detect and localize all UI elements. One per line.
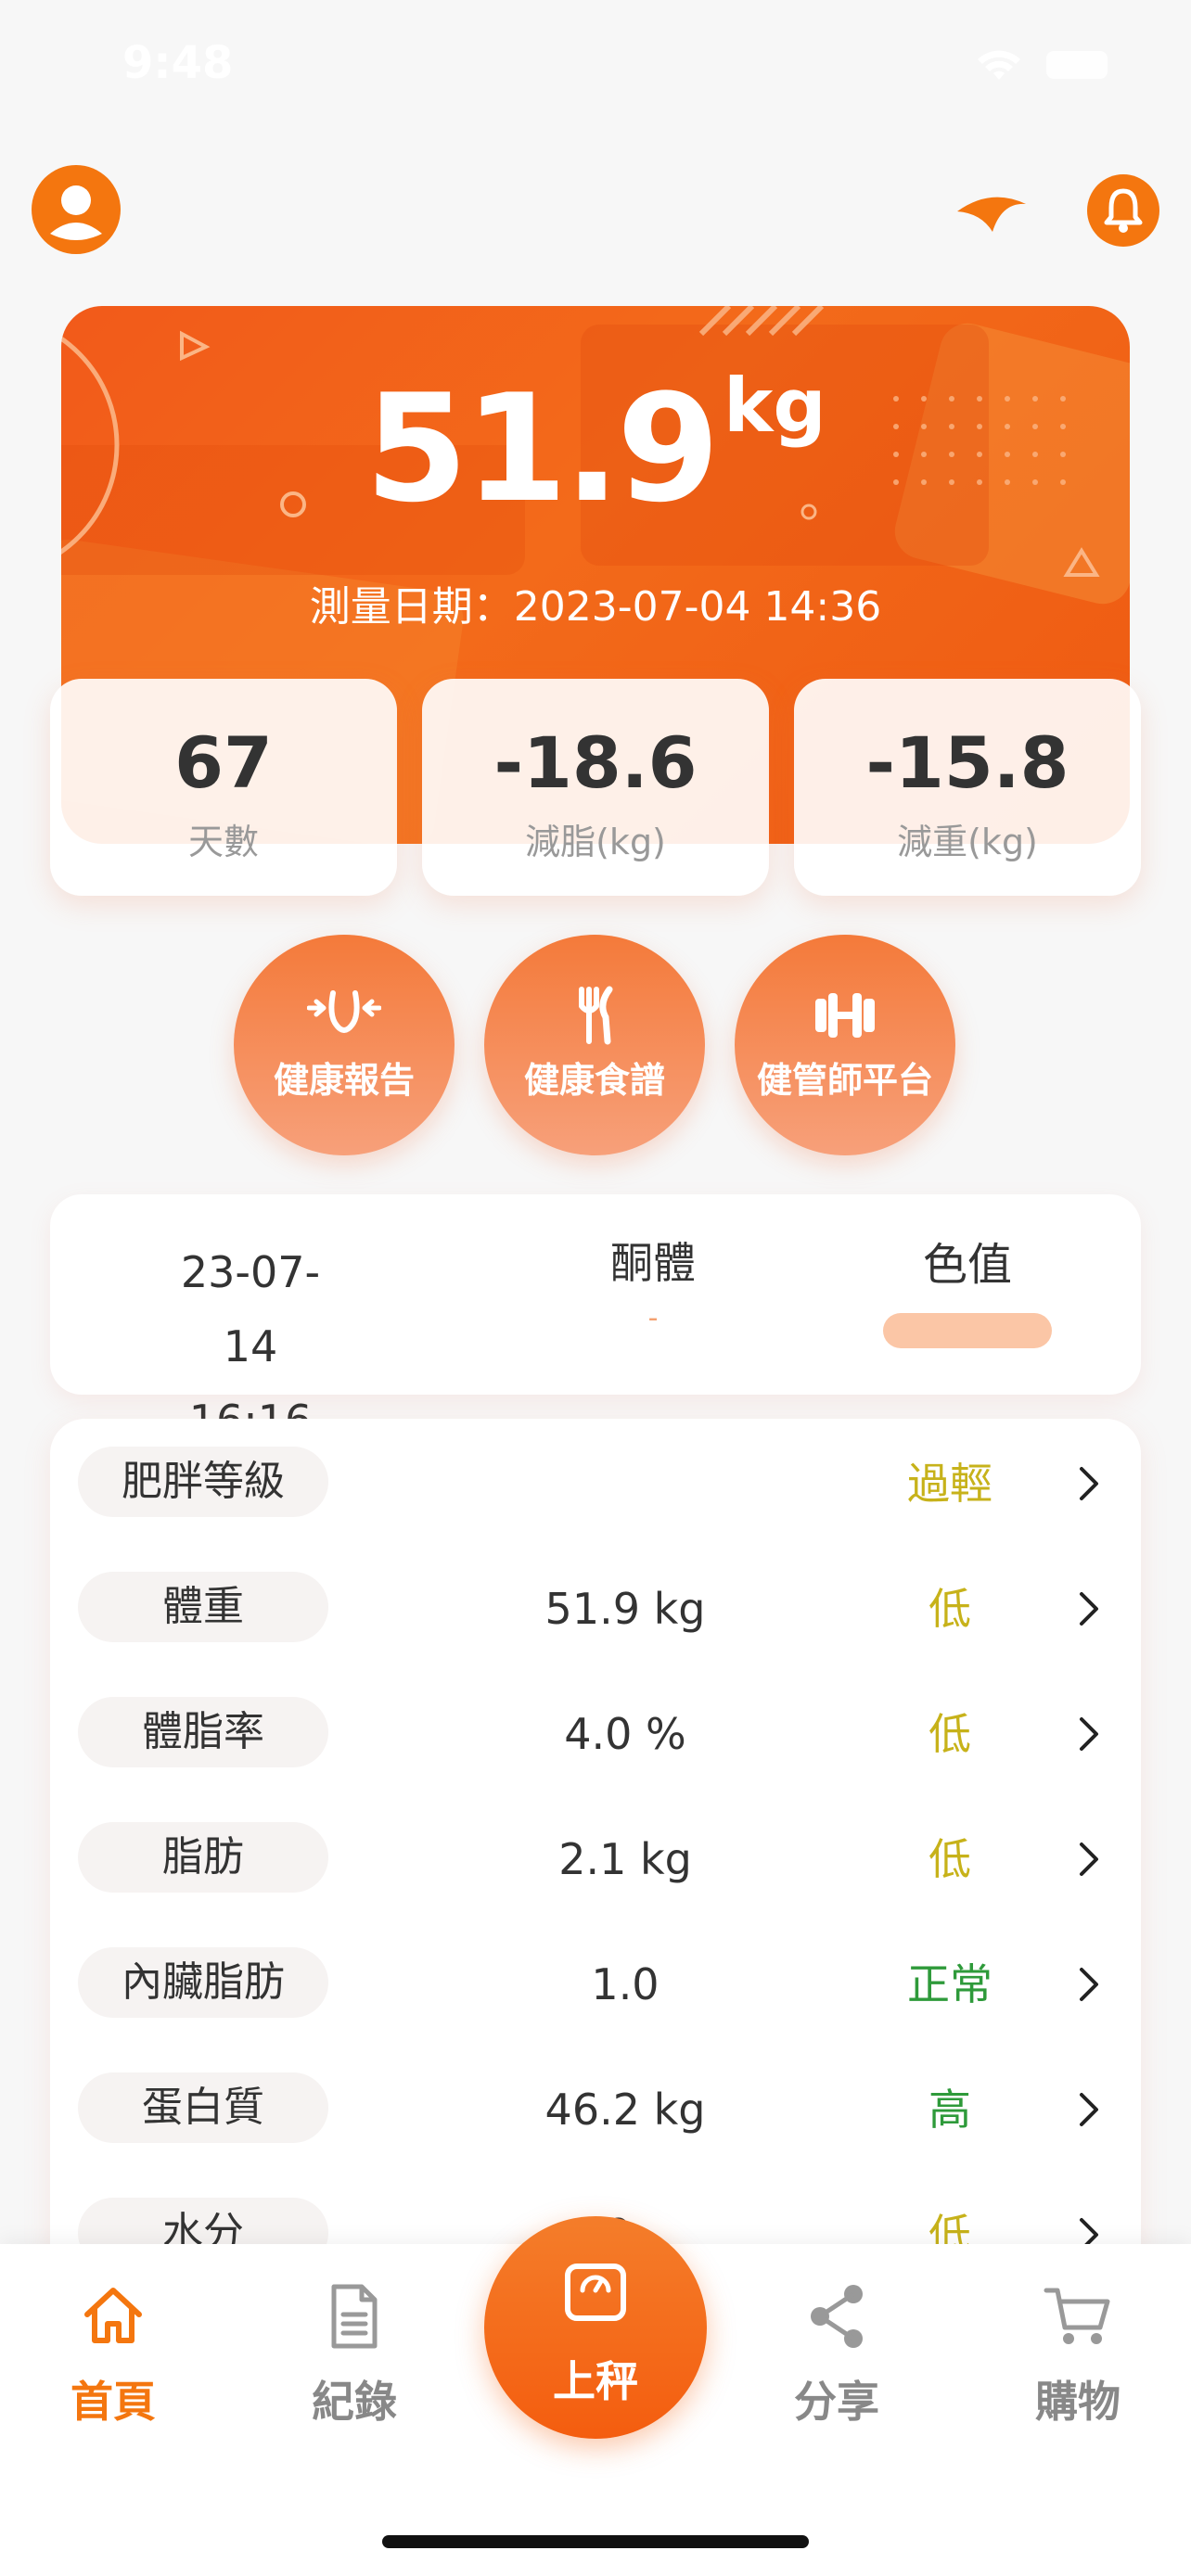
- metric-value: 51.9 kg: [544, 1584, 706, 1634]
- top-bar: [0, 158, 1191, 260]
- stat-label: 減重(kg): [897, 822, 1038, 862]
- chevron-right-icon: [1080, 1968, 1098, 2001]
- document-icon: [331, 2284, 378, 2349]
- status-time: 9:48: [122, 37, 234, 89]
- color-value-label: 色值: [922, 1239, 1012, 1291]
- measurement-info-card[interactable]: 23-07-14 16:16 酮體 - 色值: [50, 1194, 1141, 1446]
- avatar[interactable]: [32, 165, 121, 254]
- scale-icon: [565, 2264, 626, 2321]
- weight-display: 51.9 kg: [61, 362, 1130, 535]
- nav-label: 分享: [794, 2377, 879, 2427]
- stat-card-fat-loss: -18.6 減脂(kg): [422, 679, 769, 896]
- stat-card-weight-loss: -15.8 減重(kg): [794, 679, 1141, 896]
- chevron-right-icon: [1080, 1717, 1098, 1751]
- share-icon: [811, 2285, 863, 2348]
- metric-name: 脂肪: [78, 1822, 328, 1893]
- action-label: 健康食譜: [523, 1060, 665, 1101]
- nav-label: 上秤: [553, 2356, 638, 2406]
- nav-label: 首頁: [70, 2377, 156, 2427]
- body-metrics-list: 肥胖等級 過輕 體重 51.9 kg 低體脂率 4.0 % 低脂肪 2.1 kg 低內臟脂肪 1.…: [50, 1419, 1141, 2253]
- metric-row[interactable]: 蛋白質 46.2 kg 高: [50, 2072, 1141, 2147]
- metric-row[interactable]: 肥胖等級 過輕: [50, 1447, 1141, 1521]
- metric-value: 2.1 kg: [558, 1834, 692, 1884]
- home-indicator: [382, 2535, 809, 2548]
- metric-name: 肥胖等級: [78, 1447, 328, 1517]
- metric-level: 過輕: [907, 1459, 992, 1509]
- health-report-button[interactable]: 健康報告: [234, 935, 455, 1155]
- chevron-right-icon: [1080, 1592, 1098, 1626]
- notification-bell-button[interactable]: [1087, 174, 1159, 247]
- metric-name: 體重: [78, 1572, 328, 1642]
- metric-row[interactable]: 脂肪 2.1 kg 低: [50, 1822, 1141, 1896]
- metric-name: 蛋白質: [78, 2072, 328, 2143]
- body-measure-icon: [307, 990, 381, 1033]
- cart-icon: [1044, 2288, 1110, 2344]
- metric-name: 內臟脂肪: [78, 1947, 328, 2018]
- chevron-right-icon: [1080, 2093, 1098, 2126]
- stat-label: 減脂(kg): [525, 822, 666, 862]
- weight-unit: kg: [724, 363, 826, 449]
- stat-value: -18.6: [493, 721, 698, 804]
- nav-scale-button[interactable]: 上秤: [484, 2216, 707, 2439]
- stat-card-days: 67 天數: [50, 679, 397, 896]
- status-bar: 9:48: [0, 0, 1191, 130]
- dumbbell-icon: [815, 993, 875, 1038]
- measure-date: 測量日期：2023-07-04 14:36: [309, 583, 882, 631]
- stat-label: 天數: [187, 822, 259, 862]
- status-icons: [976, 48, 1108, 82]
- wifi-icon: [978, 50, 1020, 80]
- stat-value: 67: [174, 721, 273, 804]
- weight-value: 51.9: [365, 362, 720, 535]
- metric-level: 正常: [907, 1959, 992, 2009]
- metric-value: 4.0 %: [564, 1709, 686, 1759]
- metric-level: 低: [928, 1834, 971, 1884]
- chevron-right-icon: [1080, 1467, 1098, 1500]
- user-icon: [50, 185, 102, 240]
- metric-value: 1.0: [591, 1959, 660, 2009]
- metric-level: 高: [928, 2085, 971, 2135]
- metric-row[interactable]: 體重 51.9 kg 低: [50, 1572, 1141, 1646]
- bell-icon: [1104, 188, 1143, 233]
- battery-icon: [1046, 51, 1108, 79]
- chevron-right-icon: [1080, 1843, 1098, 1876]
- ketone-value: -: [647, 1302, 659, 1334]
- healthy-recipe-button[interactable]: 健康食譜: [484, 935, 705, 1155]
- metric-row[interactable]: 體脂率 4.0 % 低: [50, 1697, 1141, 1771]
- metric-row[interactable]: 內臟脂肪 1.0 正常: [50, 1947, 1141, 2021]
- ketone-label: 酮體: [610, 1238, 696, 1288]
- metric-name: 體脂率: [78, 1697, 328, 1767]
- nav-share[interactable]: 分享: [753, 2281, 920, 2429]
- metric-level: 低: [928, 1709, 971, 1759]
- nav-records[interactable]: 紀錄: [271, 2281, 438, 2429]
- action-label: 健康報告: [273, 1060, 415, 1101]
- action-label: 健管師平台: [756, 1060, 933, 1101]
- nav-label: 購物: [1035, 2377, 1121, 2427]
- metric-value: 46.2 kg: [544, 2085, 706, 2135]
- metric-level: 低: [928, 1584, 971, 1634]
- fork-knife-icon: [579, 986, 613, 1045]
- nav-shop[interactable]: 購物: [994, 2281, 1161, 2429]
- nav-home[interactable]: 首頁: [30, 2281, 197, 2429]
- nav-label: 紀錄: [312, 2377, 397, 2427]
- color-value-column: 色值: [861, 1228, 1074, 1348]
- stat-value: -15.8: [865, 721, 1069, 804]
- brand-logo-icon: [957, 197, 1026, 232]
- color-swatch: [883, 1313, 1052, 1348]
- ketone-column: 酮體 -: [551, 1230, 755, 1334]
- measurement-date: 23-07-14: [180, 1247, 321, 1371]
- health-coach-platform-button[interactable]: 健管師平台: [735, 935, 955, 1155]
- home-icon: [84, 2288, 142, 2343]
